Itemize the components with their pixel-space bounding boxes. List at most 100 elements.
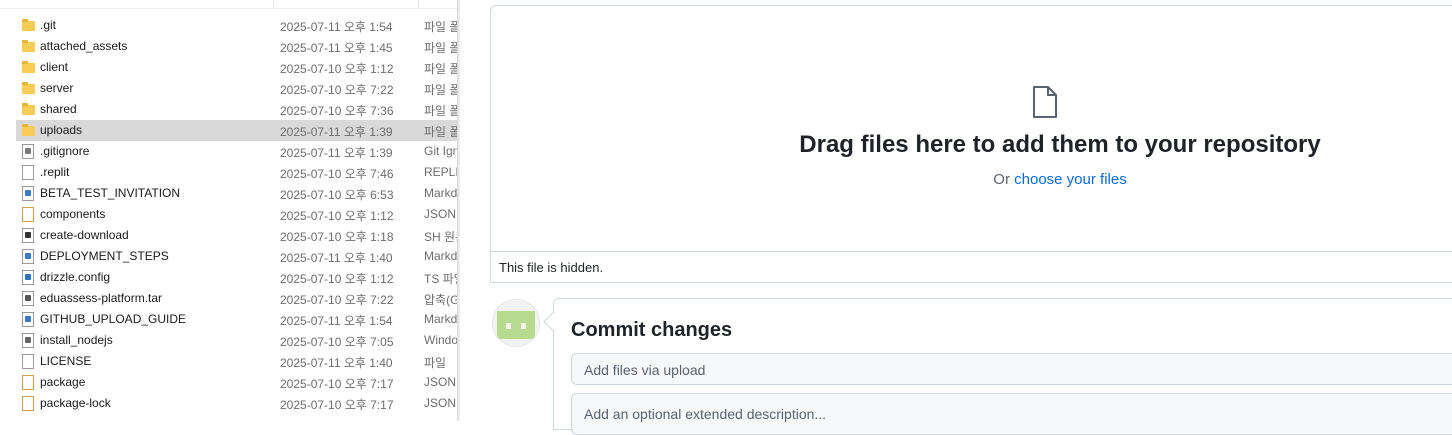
folder-icon <box>21 39 35 54</box>
file-icon <box>1033 86 1057 118</box>
file-type: JSON <box>424 375 457 389</box>
file-type: 파일 폴더 <box>424 83 457 97</box>
markdown-file-icon <box>21 186 34 201</box>
file-row[interactable]: .gitignore 2025-07-11 오후 1:39 Git Ignore <box>16 141 457 162</box>
file-name: uploads <box>40 123 83 137</box>
file-type: SH 원본 <box>424 230 457 244</box>
file-explorer: .git2025-07-11 오후 1:54파일 폴더attached_asse… <box>0 0 457 421</box>
file-name: LICENSE <box>40 354 92 368</box>
file-type: 파일 폴더 <box>424 125 457 139</box>
file-type: Markdown <box>424 186 457 200</box>
drop-zone-title: Drag files here to add them to your repo… <box>799 131 1321 158</box>
json-file-icon <box>21 396 34 411</box>
column-separator[interactable] <box>418 0 419 8</box>
file-type: TS 파일 <box>424 272 457 286</box>
file-modified-date: 2025-07-11 오후 1:54 <box>280 314 393 328</box>
file-row[interactable]: BETA_TEST_INVITATION 2025-07-10 오후 6:53 Ma… <box>16 183 457 204</box>
commit-description-input[interactable]: Add an optional extended description... <box>571 393 1452 435</box>
file-name: .gitignore <box>40 144 90 158</box>
file-type: Markdown <box>424 312 457 326</box>
file-row[interactable]: GITHUB_UPLOAD_GUIDE 2025-07-11 오후 1:54 Mar… <box>16 309 457 330</box>
file-modified-date: 2025-07-10 오후 7:36 <box>280 104 394 118</box>
file-modified-date: 2025-07-10 오후 1:12 <box>280 272 394 286</box>
file-row[interactable]: client 2025-07-10 오후 1:12 파일 폴더 <box>16 57 457 78</box>
file-type: REPLIT <box>424 165 457 179</box>
config-file-icon <box>21 144 34 159</box>
file-row[interactable]: shared 2025-07-10 오후 7:36 파일 폴더 <box>16 99 457 120</box>
file-row[interactable]: package-lock 2025-07-10 오후 7:17 JSON <box>16 393 457 414</box>
file-modified-date: 2025-07-11 오후 1:40 <box>280 251 393 265</box>
file-name: DEPLOYMENT_STEPS <box>40 249 169 263</box>
folder-icon <box>21 18 35 33</box>
file-name: .replit <box>40 165 70 179</box>
file-modified-date: 2025-07-10 오후 6:53 <box>280 188 394 202</box>
file-drop-zone[interactable] <box>490 5 1452 252</box>
file-type: Git Ignore <box>424 144 457 158</box>
file-modified-date: 2025-07-10 오후 1:18 <box>280 230 394 244</box>
file-type: 압축(Gz) <box>424 293 457 307</box>
file-modified-date: 2025-07-11 오후 1:39 <box>280 125 393 139</box>
file-name: install_nodejs <box>40 333 113 347</box>
file-modified-date: 2025-07-10 오후 1:12 <box>280 62 394 76</box>
typescript-file-icon <box>21 270 34 285</box>
file-row[interactable]: install_nodejs 2025-07-10 오후 7:05 Windows <box>16 330 457 351</box>
file-row[interactable]: server 2025-07-10 오후 7:22 파일 폴더 <box>16 78 457 99</box>
file-row[interactable]: attached_assets 2025-07-11 오후 1:45 파일 폴더 <box>16 36 457 57</box>
file-name: server <box>40 81 74 95</box>
file-modified-date: 2025-07-11 오후 1:45 <box>280 41 393 55</box>
file-name: package-lock <box>40 396 111 410</box>
file-name: client <box>40 60 69 74</box>
file-row[interactable]: uploads 2025-07-11 오후 1:39 파일 폴더 <box>16 120 457 141</box>
file-name: GITHUB_UPLOAD_GUIDE <box>40 312 187 326</box>
file-row[interactable]: DEPLOYMENT_STEPS 2025-07-11 오후 1:40 Markdo… <box>16 246 457 267</box>
file-type: JSON <box>424 207 457 221</box>
markdown-file-icon <box>21 249 34 264</box>
file-row[interactable]: LICENSE 2025-07-11 오후 1:40 파일 <box>16 351 457 372</box>
file-modified-date: 2025-07-11 오후 1:40 <box>280 356 393 370</box>
file-icon <box>21 165 34 180</box>
file-icon <box>21 354 34 369</box>
file-modified-date: 2025-07-10 오후 7:17 <box>280 398 394 412</box>
file-row[interactable]: create-download 2025-07-10 오후 1:18 SH 원본 <box>16 225 457 246</box>
choose-files-link[interactable]: choose your files <box>1014 171 1127 188</box>
file-name: drizzle.config <box>40 270 111 284</box>
column-separator[interactable] <box>273 0 274 8</box>
file-row[interactable]: package 2025-07-10 오후 7:17 JSON <box>16 372 457 393</box>
avatar[interactable] <box>492 299 540 347</box>
batch-file-icon <box>21 333 34 348</box>
file-modified-date: 2025-07-10 오후 7:22 <box>280 83 394 97</box>
file-modified-date: 2025-07-10 오후 7:05 <box>280 335 394 349</box>
drop-zone-subtitle: Or choose your files <box>890 171 1230 188</box>
file-row[interactable]: drizzle.config 2025-07-10 오후 1:12 TS 파일 <box>16 267 457 288</box>
file-type: Markdown <box>424 249 457 263</box>
column-header-bar[interactable] <box>0 0 457 9</box>
shell-file-icon <box>21 228 34 243</box>
commit-description-placeholder: Add an optional extended description... <box>584 406 827 422</box>
file-name: shared <box>40 102 77 116</box>
commit-message-placeholder: Add files via upload <box>584 362 706 378</box>
file-modified-date: 2025-07-10 오후 7:46 <box>280 167 394 181</box>
file-row[interactable]: .git 2025-07-11 오후 1:54 파일 폴더 <box>16 15 457 36</box>
file-type: 파일 폴더 <box>424 20 457 34</box>
file-name: package <box>40 375 86 389</box>
file-type: 파일 <box>424 356 447 370</box>
hidden-file-notice: This file is hidden. <box>490 251 1452 283</box>
identicon-icon <box>493 300 539 346</box>
markdown-file-icon <box>21 312 34 327</box>
file-type: 파일 폴더 <box>424 104 457 118</box>
json-file-icon <box>21 375 34 390</box>
file-type: Windows <box>424 333 457 347</box>
file-row[interactable]: eduassess-platform.tar 2025-07-10 오후 7:22… <box>16 288 457 309</box>
file-modified-date: 2025-07-10 오후 7:22 <box>280 293 394 307</box>
hidden-file-text: This file is hidden. <box>499 260 604 275</box>
file-modified-date: 2025-07-11 오후 1:39 <box>280 146 393 160</box>
file-row[interactable]: components 2025-07-10 오후 1:12 JSON <box>16 204 457 225</box>
file-modified-date: 2025-07-10 오후 7:17 <box>280 377 394 391</box>
folder-icon <box>21 81 35 96</box>
file-name: create-download <box>40 228 129 242</box>
file-name: components <box>40 207 106 221</box>
commit-message-input[interactable]: Add files via upload <box>571 353 1452 385</box>
file-row[interactable]: .replit 2025-07-10 오후 7:46 REPLIT <box>16 162 457 183</box>
file-modified-date: 2025-07-10 오후 1:12 <box>280 209 394 223</box>
file-type: 파일 폴더 <box>424 41 457 55</box>
